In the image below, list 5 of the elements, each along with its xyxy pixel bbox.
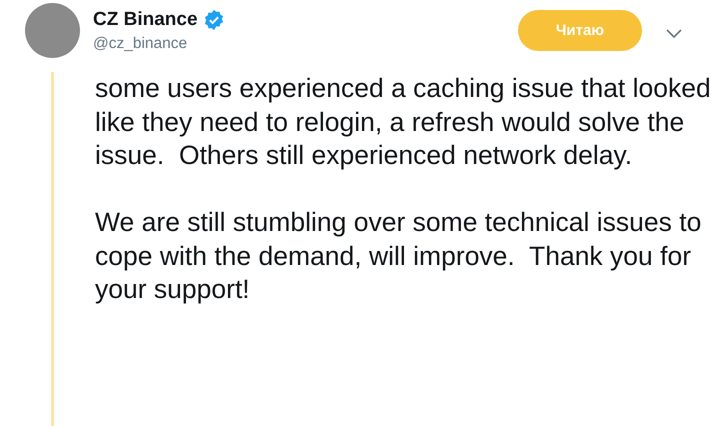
author-name[interactable]: CZ Binance <box>93 9 198 31</box>
tweet-paragraph: We are still stumbling over some technical issues to cope with the demand, will improve. Thank you for your support! <box>95 206 702 306</box>
chevron-down-icon[interactable] <box>666 29 682 39</box>
tweet-paragraph: some users experienced a caching issue that looked like they need to relogin, a refresh would solve the issue. Others still experienced network delay. <box>95 72 712 172</box>
author-handle[interactable]: @cz_binance <box>93 35 225 53</box>
